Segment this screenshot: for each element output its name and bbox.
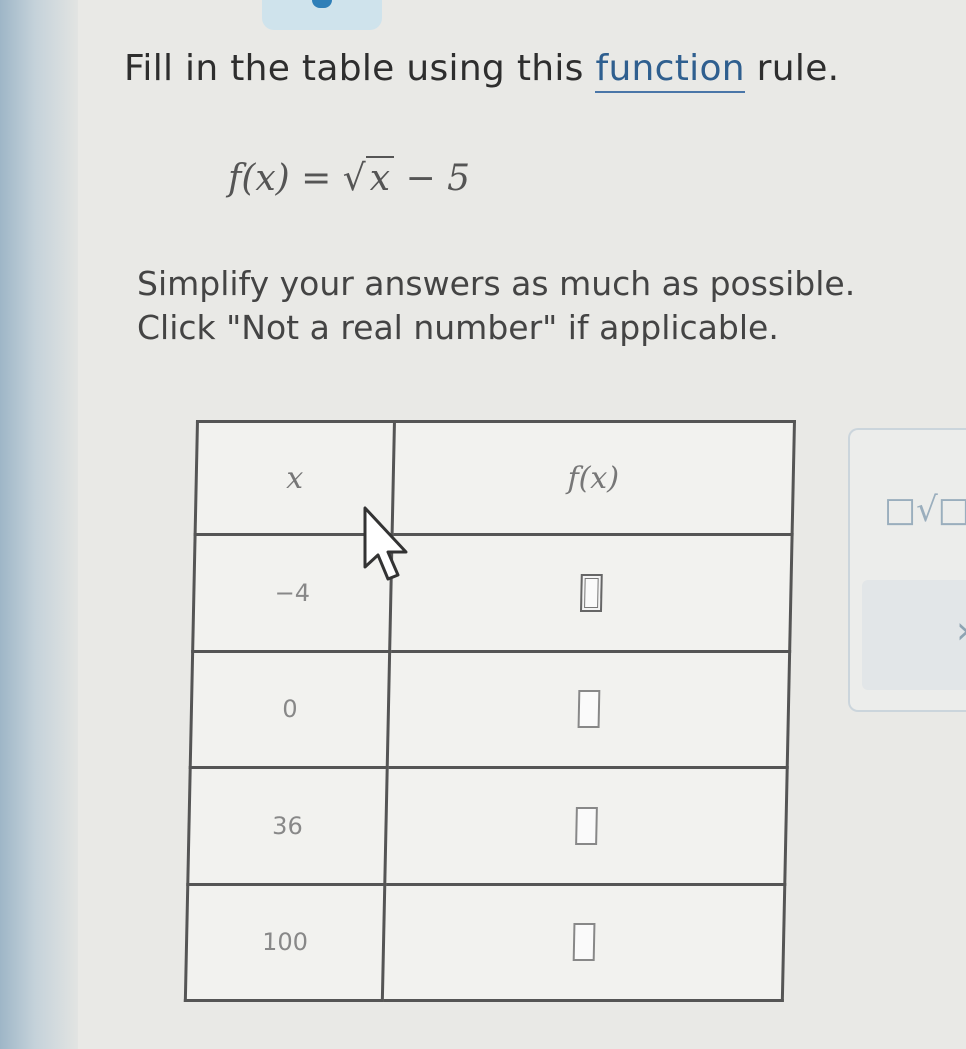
sqrt-tool-icon[interactable]: □√□ (884, 490, 966, 530)
x-value: 100 (185, 884, 385, 1001)
x-value: 0 (190, 651, 390, 768)
left-sidebar-strip (0, 0, 78, 1049)
table-row: 100 (185, 884, 785, 1001)
next-button[interactable]: › (862, 580, 966, 690)
x-value: 36 (187, 767, 388, 884)
fx-cell (384, 767, 788, 884)
fx-cell (389, 534, 793, 651)
rule-rest: − 5 (394, 158, 471, 199)
answer-input[interactable] (577, 690, 600, 729)
rule-lhs: f(x) = (228, 158, 343, 199)
function-rule: f(x) = √ x − 5 (228, 156, 471, 199)
function-link[interactable]: function (595, 48, 745, 93)
top-tab-indicator (312, 0, 332, 8)
function-table: x f(x) −4 0 36 100 (183, 420, 796, 1002)
table-row: −4 (192, 534, 793, 651)
hint-line-1: Simplify your answers as much as possibl… (137, 264, 856, 303)
function-table-wrapper: x f(x) −4 0 36 100 (183, 420, 796, 1002)
radical-sign: √ (342, 158, 366, 199)
top-tab[interactable] (262, 0, 382, 30)
math-tool-panel: □√□ › (848, 428, 966, 712)
hint-line-2: Click "Not a real number" if applicable. (137, 308, 779, 347)
prompt-text-start: Fill in the table using this (124, 48, 596, 89)
rule-radicand: x (365, 156, 395, 199)
chevron-right-icon: › (956, 608, 966, 652)
answer-input[interactable] (579, 573, 603, 612)
question-prompt: Fill in the table using this function ru… (124, 48, 840, 93)
answer-input[interactable] (572, 923, 595, 962)
table-header-row: x f(x) (195, 421, 795, 535)
fx-cell (387, 651, 790, 768)
table-row: 36 (187, 767, 788, 884)
fx-cell (382, 884, 785, 1001)
mouse-pointer-icon (363, 506, 408, 581)
prompt-text-end: rule. (744, 48, 840, 89)
table-row: 0 (190, 651, 790, 768)
instructions-hint: Simplify your answers as much as possibl… (137, 262, 855, 350)
header-fx: f(x) (392, 421, 795, 535)
answer-input[interactable] (574, 806, 598, 845)
